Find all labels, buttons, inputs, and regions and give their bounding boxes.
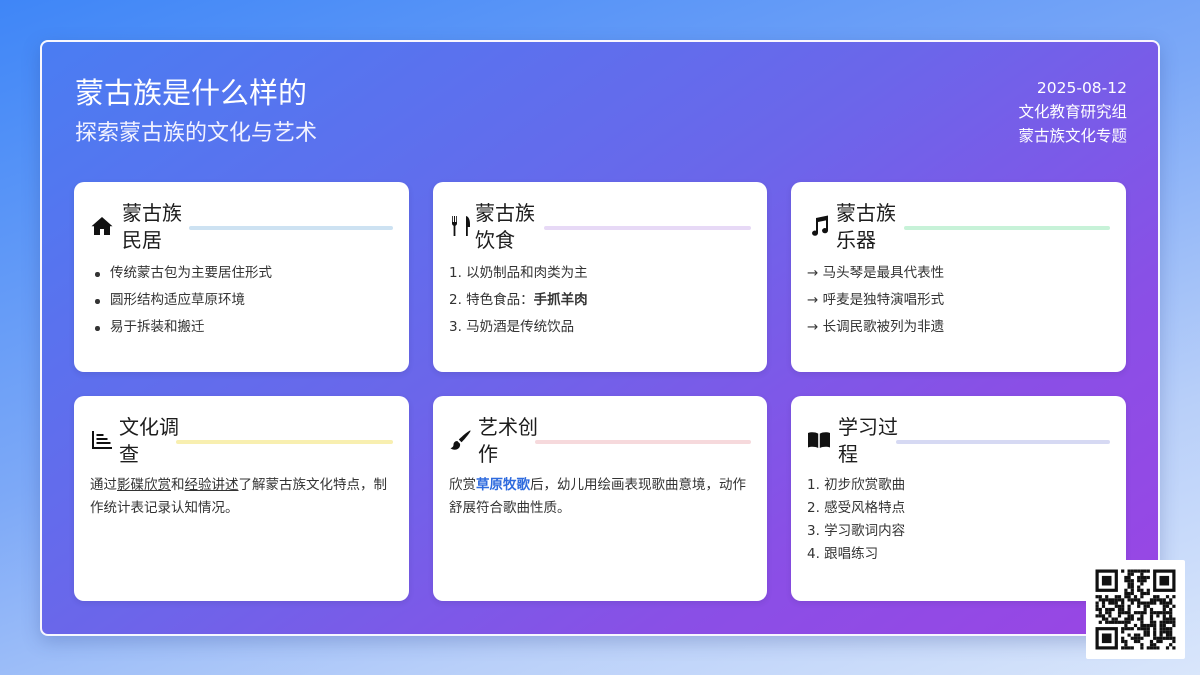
- page-title: 蒙古族是什么样的: [75, 76, 308, 110]
- page-subtitle: 探索蒙古族的文化与艺术: [75, 121, 318, 146]
- qr-code-graphic: [1095, 569, 1176, 650]
- card-paragraph: 欣赏草原牧歌后，幼儿用绘画表现歌曲意境，动作舒展符合歌曲性质。: [449, 474, 751, 520]
- meta-date: 2025-08-12: [1036, 79, 1127, 97]
- music-note-icon: [807, 214, 833, 240]
- card-title: 蒙古族饮食: [475, 201, 535, 252]
- list-item: 圆形结构适应草原环境: [90, 287, 393, 314]
- title-underline: [176, 440, 393, 444]
- card-title: 文化调查: [119, 415, 179, 466]
- meta-topic: 蒙古族文化专题: [1018, 127, 1127, 145]
- meta-org: 文化教育研究组: [1018, 103, 1127, 121]
- paragraph-text: 和: [171, 477, 185, 493]
- title-underline: [189, 226, 393, 230]
- title-underline: [896, 440, 1110, 444]
- card-survey: 文化调查 通过影碟欣赏和经验讲述了解蒙古族文化特点，制作统计表记录认知情况。: [74, 396, 409, 601]
- card-dwelling: 蒙古族民居 传统蒙古包为主要居住形式 圆形结构适应草原环境 易于拆装和搬迁: [74, 182, 409, 372]
- list-item: → 长调民歌被列为非遗: [807, 319, 945, 335]
- qr-code-icon[interactable]: [1086, 560, 1185, 659]
- list-item: 易于拆装和搬迁: [90, 314, 393, 341]
- list-item: 1. 初步欣赏歌曲: [807, 477, 906, 493]
- utensils-icon: [449, 214, 475, 240]
- card-title: 学习过程: [838, 415, 898, 466]
- underlined-text: 经验讲述: [184, 477, 239, 493]
- title-underline: [535, 440, 751, 444]
- list-item: 2. 特色食品：手抓羊肉: [449, 287, 751, 314]
- chart-icon: [90, 428, 116, 454]
- paintbrush-icon: [449, 428, 475, 454]
- list-item: 传统蒙古包为主要居住形式: [90, 260, 393, 287]
- list-item: 4. 跟唱练习: [807, 546, 879, 562]
- highlight-text: 草原牧歌: [476, 477, 530, 493]
- paragraph-text: 通过: [90, 477, 117, 493]
- card-title: 蒙古族乐器: [836, 201, 896, 252]
- list-item: 3. 马奶酒是传统饮品: [449, 319, 575, 335]
- highlight-text: 手抓羊肉: [533, 292, 588, 308]
- card-title: 蒙古族民居: [122, 201, 182, 252]
- list-item: 3. 学习歌词内容: [807, 523, 906, 539]
- title-underline: [544, 226, 751, 230]
- paragraph-text: 欣赏: [449, 477, 476, 493]
- book-icon: [807, 428, 833, 454]
- house-icon: [90, 214, 116, 240]
- meta-info: 2025-08-12 文化教育研究组 蒙古族文化专题: [1018, 76, 1127, 148]
- list-item-text: 2. 特色食品：: [449, 292, 534, 308]
- card-paragraph: 通过影碟欣赏和经验讲述了解蒙古族文化特点，制作统计表记录认知情况。: [90, 474, 393, 520]
- card-learning: 学习过程 1. 初步欣赏歌曲 2. 感受风格特点 3. 学习歌词内容 4. 跟唱…: [791, 396, 1126, 601]
- list-item: → 呼麦是独特演唱形式: [807, 292, 945, 308]
- list-item: 1. 以奶制品和肉类为主: [449, 265, 588, 281]
- card-art: 艺术创作 欣赏草原牧歌后，幼儿用绘画表现歌曲意境，动作舒展符合歌曲性质。: [433, 396, 767, 601]
- card-title: 艺术创作: [478, 415, 538, 466]
- card-food: 蒙古族饮食 1. 以奶制品和肉类为主 2. 特色食品：手抓羊肉 3. 马奶酒是传…: [433, 182, 767, 372]
- title-underline: [904, 226, 1110, 230]
- underlined-text: 影碟欣赏: [117, 477, 171, 493]
- list-item: 2. 感受风格特点: [807, 500, 906, 516]
- card-instruments: 蒙古族乐器 → 马头琴是最具代表性 → 呼麦是独特演唱形式 → 长调民歌被列为非…: [791, 182, 1126, 372]
- list-item: → 马头琴是最具代表性: [807, 265, 945, 281]
